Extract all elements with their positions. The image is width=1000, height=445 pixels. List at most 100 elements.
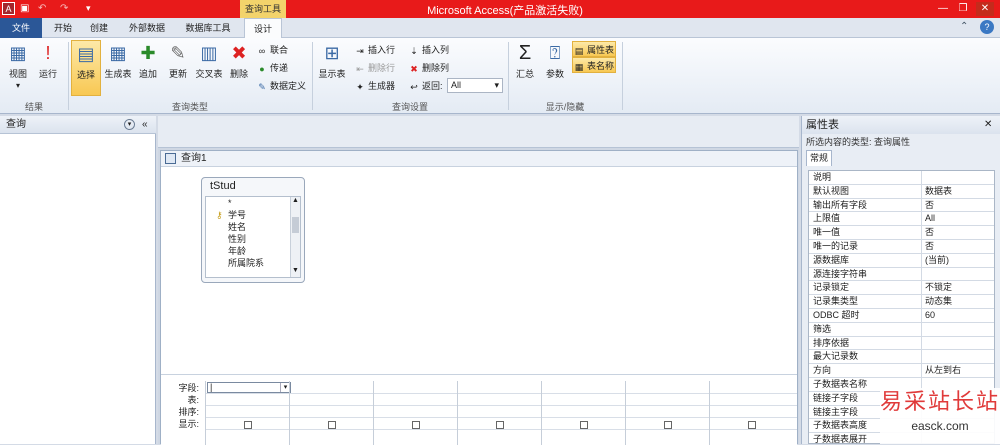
property-row[interactable]: 筛选: [809, 322, 994, 337]
property-row[interactable]: 唯一值 否: [809, 226, 994, 240]
show-table-button[interactable]: ⊞ 显示表: [316, 40, 348, 96]
minimize-icon[interactable]: —: [934, 2, 952, 16]
grid-column[interactable]: [541, 381, 625, 445]
property-row[interactable]: 上限值 All: [809, 212, 994, 227]
property-row[interactable]: 源连接字符串: [809, 267, 994, 282]
tab-general[interactable]: 常规: [806, 150, 832, 166]
scroll-down-icon[interactable]: ▼: [292, 267, 299, 274]
totals-button[interactable]: Σ 汇总: [512, 40, 538, 96]
show-checkbox[interactable]: [412, 421, 420, 429]
property-value[interactable]: 否: [921, 226, 994, 240]
delete-columns-button[interactable]: ✖ 删除列: [408, 60, 449, 76]
property-value[interactable]: [921, 336, 994, 351]
minimize-ribbon-icon[interactable]: ⌃: [960, 21, 968, 32]
tab-create[interactable]: 创建: [84, 18, 114, 38]
property-value[interactable]: [921, 171, 994, 185]
property-value[interactable]: 数据表: [921, 184, 994, 199]
undo-icon[interactable]: ↶: [38, 3, 46, 14]
delete-rows-button[interactable]: ⇤ 删除行: [354, 60, 395, 76]
close-icon[interactable]: ✕: [976, 2, 994, 16]
field-item[interactable]: 所属院系: [228, 258, 264, 269]
property-value[interactable]: [921, 267, 994, 282]
table-names-button[interactable]: ▦ 表名称: [572, 57, 616, 73]
tab-design[interactable]: 设计: [244, 18, 282, 39]
property-row[interactable]: 唯一的记录 否: [809, 240, 994, 254]
insert-rows-button[interactable]: ⇥ 插入行: [354, 42, 395, 58]
property-value[interactable]: [921, 322, 994, 337]
field-item[interactable]: 学号: [228, 210, 246, 221]
view-button[interactable]: ▦ 视图 ▾: [4, 40, 32, 96]
show-checkbox[interactable]: [580, 421, 588, 429]
property-row[interactable]: 最大记录数: [809, 350, 994, 365]
property-value[interactable]: 否: [921, 240, 994, 254]
tab-file[interactable]: 文件: [0, 18, 42, 38]
property-row[interactable]: 排序依据: [809, 336, 994, 351]
quick-access-dropdown-icon[interactable]: ▾: [86, 3, 91, 14]
builder-button[interactable]: ✦ 生成器: [354, 78, 395, 94]
make-table-button[interactable]: ▦ 生成表: [103, 40, 133, 96]
data-definition-button[interactable]: ✎ 数据定义: [256, 78, 306, 94]
property-row[interactable]: 说明: [809, 171, 994, 185]
property-sheet-button[interactable]: ▤ 属性表: [572, 41, 616, 57]
show-checkbox[interactable]: [748, 421, 756, 429]
crosstab-button[interactable]: ▥ 交叉表: [194, 40, 224, 96]
grid-column[interactable]: [205, 381, 289, 445]
update-button[interactable]: ✎ 更新: [164, 40, 192, 96]
pass-through-button[interactable]: ● 传递: [256, 60, 288, 76]
field-list-window[interactable]: tStud * ⚷ 学号 姓名 性别 年龄 所属院系 ▲ ▼: [201, 177, 305, 283]
insert-columns-button[interactable]: ⇣ 插入列: [408, 42, 449, 58]
property-value[interactable]: 否: [921, 198, 994, 213]
grid-column[interactable]: [709, 381, 793, 445]
property-row[interactable]: 方向 从左到右: [809, 364, 994, 378]
return-dropdown[interactable]: All ▾: [447, 78, 503, 93]
grid-column[interactable]: [457, 381, 541, 445]
close-icon[interactable]: ✕: [984, 116, 992, 134]
property-value[interactable]: 从左到右: [921, 364, 994, 378]
tab-home[interactable]: 开始: [48, 18, 78, 38]
parameters-button[interactable]: ⍰ 参数: [541, 40, 569, 96]
query-window-title[interactable]: 查询1: [161, 151, 797, 167]
property-row[interactable]: 记录锁定 不锁定: [809, 281, 994, 296]
property-row[interactable]: 源数据库 (当前): [809, 253, 994, 268]
property-value[interactable]: 动态集: [921, 295, 994, 309]
append-button[interactable]: ✚ 追加: [135, 40, 161, 96]
tab-external-data[interactable]: 外部数据: [124, 18, 170, 38]
property-row[interactable]: 记录集类型 动态集: [809, 295, 994, 309]
scroll-thumb[interactable]: [292, 217, 299, 233]
run-button[interactable]: ! 运行: [34, 40, 62, 96]
property-row[interactable]: 输出所有字段 否: [809, 198, 994, 213]
union-button[interactable]: ∞ 联合: [256, 42, 288, 58]
table-pane[interactable]: tStud * ⚷ 学号 姓名 性别 年龄 所属院系 ▲ ▼: [161, 167, 797, 389]
grid-column[interactable]: [625, 381, 709, 445]
help-icon[interactable]: ?: [980, 20, 994, 34]
restore-icon[interactable]: ❐: [954, 2, 972, 16]
delete-query-button[interactable]: ✖ 删除: [226, 40, 252, 96]
property-row[interactable]: 默认视图 数据表: [809, 184, 994, 199]
show-checkbox[interactable]: [496, 421, 504, 429]
property-row[interactable]: ODBC 超时 60: [809, 309, 994, 323]
field-item[interactable]: 性别: [228, 234, 246, 245]
field-item[interactable]: 年龄: [228, 246, 246, 257]
property-value[interactable]: 不锁定: [921, 281, 994, 296]
save-icon[interactable]: ▣: [20, 3, 29, 14]
scroll-up-icon[interactable]: ▲: [292, 197, 299, 204]
show-checkbox[interactable]: [664, 421, 672, 429]
property-value[interactable]: All: [921, 212, 994, 227]
field-item[interactable]: *: [228, 198, 232, 209]
property-value[interactable]: 60: [921, 309, 994, 323]
tab-database-tools[interactable]: 数据库工具: [180, 18, 236, 38]
grid-column[interactable]: [373, 381, 457, 445]
design-grid[interactable]: 字段: 表: 排序: 显示: | ▾: [161, 379, 797, 445]
property-value[interactable]: (当前): [921, 253, 994, 268]
nav-header[interactable]: 查询 ▾ «: [0, 116, 156, 134]
select-query-button[interactable]: ▤ 选择: [71, 40, 101, 96]
collapse-pane-icon[interactable]: «: [142, 116, 148, 134]
show-checkbox[interactable]: [328, 421, 336, 429]
field-list-scrollbar[interactable]: ▲ ▼: [290, 197, 300, 277]
redo-icon[interactable]: ↷: [60, 3, 68, 14]
property-value[interactable]: [921, 350, 994, 365]
grid-column[interactable]: [289, 381, 373, 445]
chevron-down-icon[interactable]: ▾: [124, 119, 135, 130]
show-checkbox[interactable]: [244, 421, 252, 429]
field-item[interactable]: 姓名: [228, 222, 246, 233]
